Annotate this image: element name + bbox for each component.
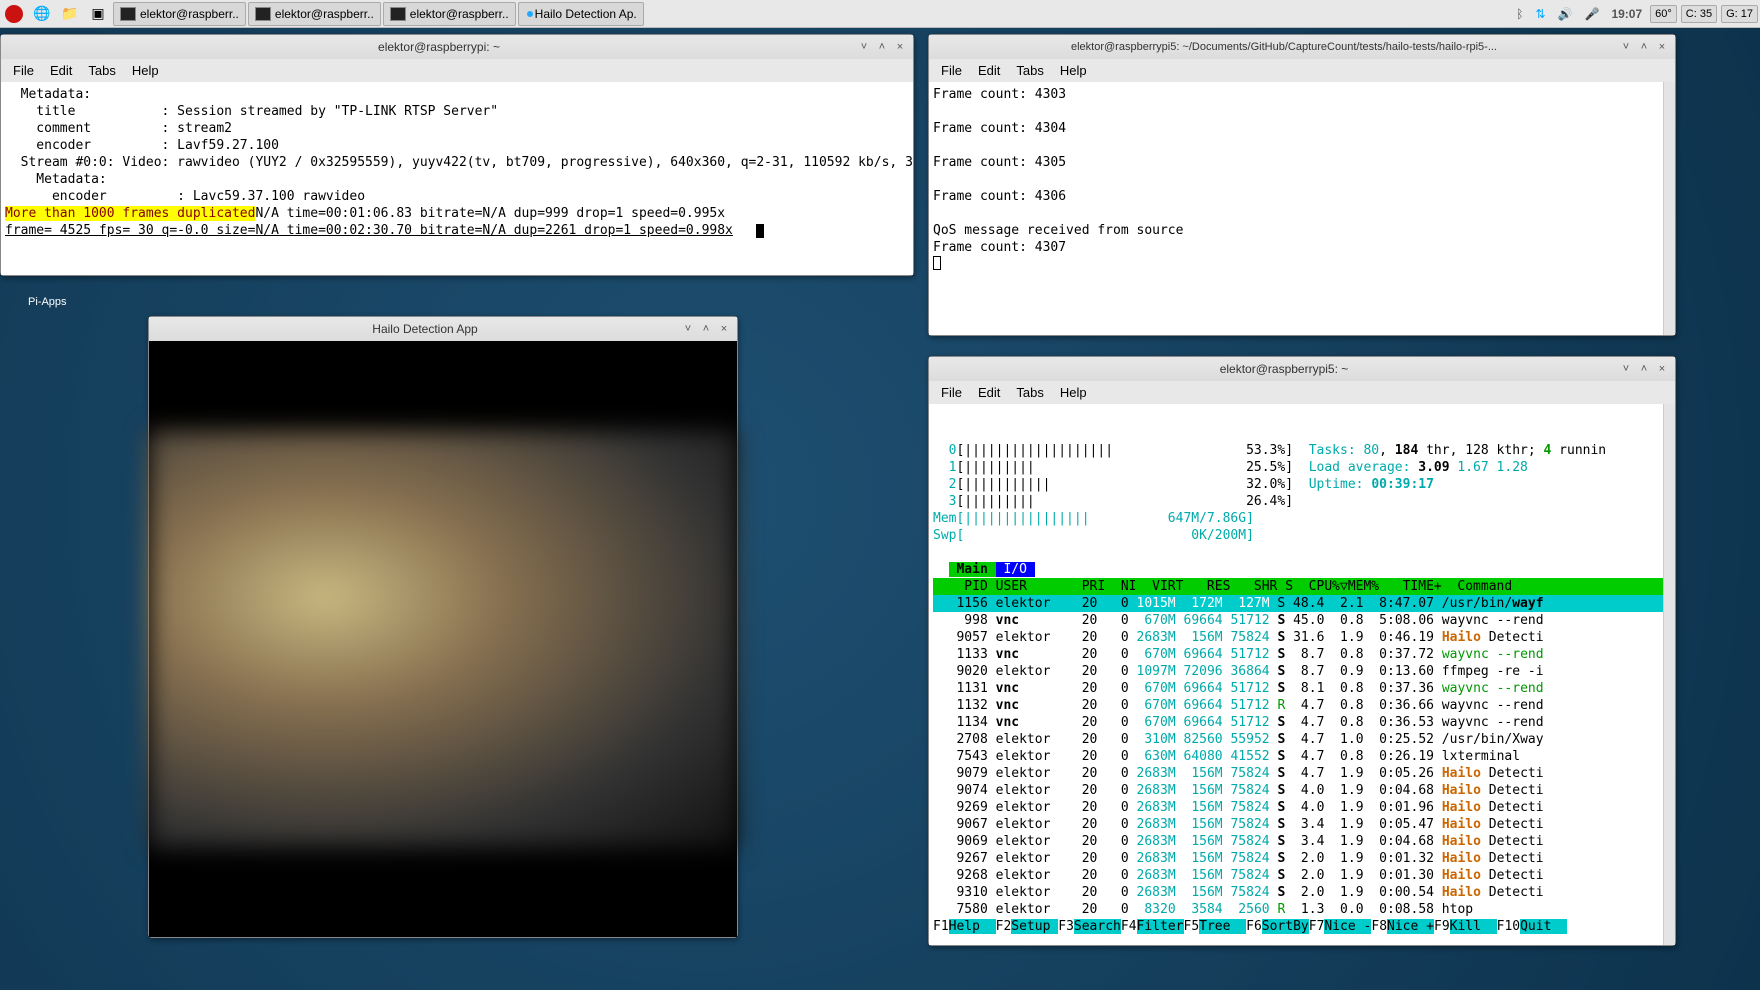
minimize-button[interactable]: ˅ (857, 40, 871, 54)
network-icon[interactable]: ⇅ (1529, 7, 1551, 21)
warning-text: More than 1000 frames duplicated (5, 206, 255, 221)
start-menu-icon[interactable] (0, 2, 28, 26)
taskbar-item-label: Hailo Detection Ap. (535, 7, 637, 21)
taskbar: 🌐 📁 ▣ elektor@raspberr.. elektor@raspber… (0, 0, 1760, 28)
taskbar-item-terminal-1[interactable]: elektor@raspberr.. (113, 2, 246, 26)
scrollbar[interactable] (1663, 82, 1675, 335)
output-line: encoder : Lavc59.37.100 rawvideo (5, 189, 365, 204)
taskbar-item-hailo-app[interactable]: Hailo Detection Ap. (518, 2, 644, 26)
cpu-temp[interactable]: 60° (1650, 5, 1677, 23)
titlebar[interactable]: elektor@raspberrypi5: ~/Documents/GitHub… (929, 35, 1675, 59)
output-line: Stream #0:0: Video: rawvideo (YUY2 / 0x3… (5, 155, 913, 170)
menu-file[interactable]: File (5, 61, 42, 80)
app-icon (527, 11, 533, 17)
titlebar[interactable]: elektor@raspberrypi: ~ ˅ ˄ × (1, 35, 913, 59)
terminal-icon (255, 7, 271, 21)
maximize-button[interactable]: ˄ (875, 40, 889, 54)
microphone-icon[interactable]: 🎤 (1579, 7, 1606, 21)
menu-edit[interactable]: Edit (970, 61, 1008, 80)
file-manager-icon[interactable]: 📁 (56, 2, 84, 26)
terminal-launcher-icon[interactable]: ▣ (84, 2, 112, 26)
terminal-output[interactable]: Metadata: title : Session streamed by "T… (1, 82, 913, 275)
menu-tabs[interactable]: Tabs (1008, 61, 1051, 80)
menu-help[interactable]: Help (1052, 61, 1095, 80)
output-line: encoder : Lavf59.27.100 (5, 138, 279, 153)
menu-tabs[interactable]: Tabs (1008, 383, 1051, 402)
cursor (933, 256, 941, 270)
close-button[interactable]: × (893, 40, 907, 54)
window-title: elektor@raspberrypi: ~ (23, 40, 855, 54)
titlebar[interactable]: elektor@raspberrypi5: ~ ˅ ˄ × (929, 357, 1675, 381)
minimize-button[interactable]: ˅ (681, 322, 695, 336)
output-line: comment : stream2 (5, 121, 232, 136)
minimize-button[interactable]: ˅ (1619, 362, 1633, 376)
minimize-button[interactable]: ˅ (1619, 40, 1633, 54)
output-line: Frame count: 4306 (933, 189, 1066, 204)
taskbar-item-label: elektor@raspberr.. (410, 7, 509, 21)
volume-icon[interactable]: 🔊 (1552, 7, 1579, 21)
close-button[interactable]: × (1655, 362, 1669, 376)
output-line: Frame count: 4307 (933, 240, 1066, 255)
bluetooth-icon[interactable]: ᛒ (1510, 7, 1529, 21)
taskbar-item-terminal-3[interactable]: elektor@raspberr.. (383, 2, 516, 26)
output-line: Frame count: 4304 (933, 121, 1066, 136)
desktop-icon-pi-apps[interactable]: Pi-Apps (28, 296, 67, 308)
taskbar-item-label: elektor@raspberr.. (275, 7, 374, 21)
gpu-usage[interactable]: G: 17 (1721, 5, 1758, 23)
output-line: Frame count: 4305 (933, 155, 1066, 170)
menu-help[interactable]: Help (1052, 383, 1095, 402)
terminal-icon (120, 7, 136, 21)
maximize-button[interactable]: ˄ (1637, 362, 1651, 376)
output-line: QoS message received from source (933, 223, 1183, 238)
terminal-menubar: File Edit Tabs Help (929, 381, 1675, 404)
terminal-menubar: File Edit Tabs Help (1, 59, 913, 82)
cpu-usage[interactable]: C: 35 (1681, 5, 1717, 23)
window-title: elektor@raspberrypi5: ~/Documents/GitHub… (951, 41, 1617, 53)
output-line: Metadata: (5, 172, 107, 187)
terminal-menubar: File Edit Tabs Help (929, 59, 1675, 82)
maximize-button[interactable]: ˄ (699, 322, 713, 336)
close-button[interactable]: × (717, 322, 731, 336)
video-output (149, 341, 737, 937)
output-line: N/A time=00:01:06.83 bitrate=N/A dup=999… (255, 206, 725, 221)
detection-frame (149, 431, 737, 847)
output-line: Metadata: (5, 87, 91, 102)
menu-tabs[interactable]: Tabs (80, 61, 123, 80)
scrollbar[interactable] (1663, 404, 1675, 945)
hailo-detection-window: Hailo Detection App ˅ ˄ × (148, 316, 738, 938)
desktop-icon-label: Pi-Apps (28, 296, 67, 308)
taskbar-item-terminal-2[interactable]: elektor@raspberr.. (248, 2, 381, 26)
taskbar-item-label: elektor@raspberr.. (140, 7, 239, 21)
terminal-output[interactable]: Frame count: 4303 Frame count: 4304 Fram… (929, 82, 1675, 335)
menu-file[interactable]: File (933, 61, 970, 80)
menu-edit[interactable]: Edit (42, 61, 80, 80)
clock[interactable]: 19:07 (1605, 7, 1648, 21)
terminal-icon (390, 7, 406, 21)
terminal-window-ffmpeg: elektor@raspberrypi: ~ ˅ ˄ × File Edit T… (0, 34, 914, 276)
terminal-window-htop: elektor@raspberrypi5: ~ ˅ ˄ × File Edit … (928, 356, 1676, 946)
htop-output[interactable]: 0[||||||||||||||||||| 53.3%] Tasks: 80, … (929, 404, 1675, 945)
maximize-button[interactable]: ˄ (1637, 40, 1651, 54)
menu-edit[interactable]: Edit (970, 383, 1008, 402)
window-title: elektor@raspberrypi5: ~ (951, 362, 1617, 376)
titlebar[interactable]: Hailo Detection App ˅ ˄ × (149, 317, 737, 341)
menu-file[interactable]: File (933, 383, 970, 402)
output-line: title : Session streamed by "TP-LINK RTS… (5, 104, 498, 119)
close-button[interactable]: × (1655, 40, 1669, 54)
output-line: frame= 4525 fps= 30 q=-0.0 size=N/A time… (5, 223, 733, 238)
cursor (756, 224, 764, 238)
menu-help[interactable]: Help (124, 61, 167, 80)
window-title: Hailo Detection App (171, 322, 679, 336)
terminal-window-framecount: elektor@raspberrypi5: ~/Documents/GitHub… (928, 34, 1676, 336)
output-line: Frame count: 4303 (933, 87, 1066, 102)
web-browser-icon[interactable]: 🌐 (28, 2, 56, 26)
